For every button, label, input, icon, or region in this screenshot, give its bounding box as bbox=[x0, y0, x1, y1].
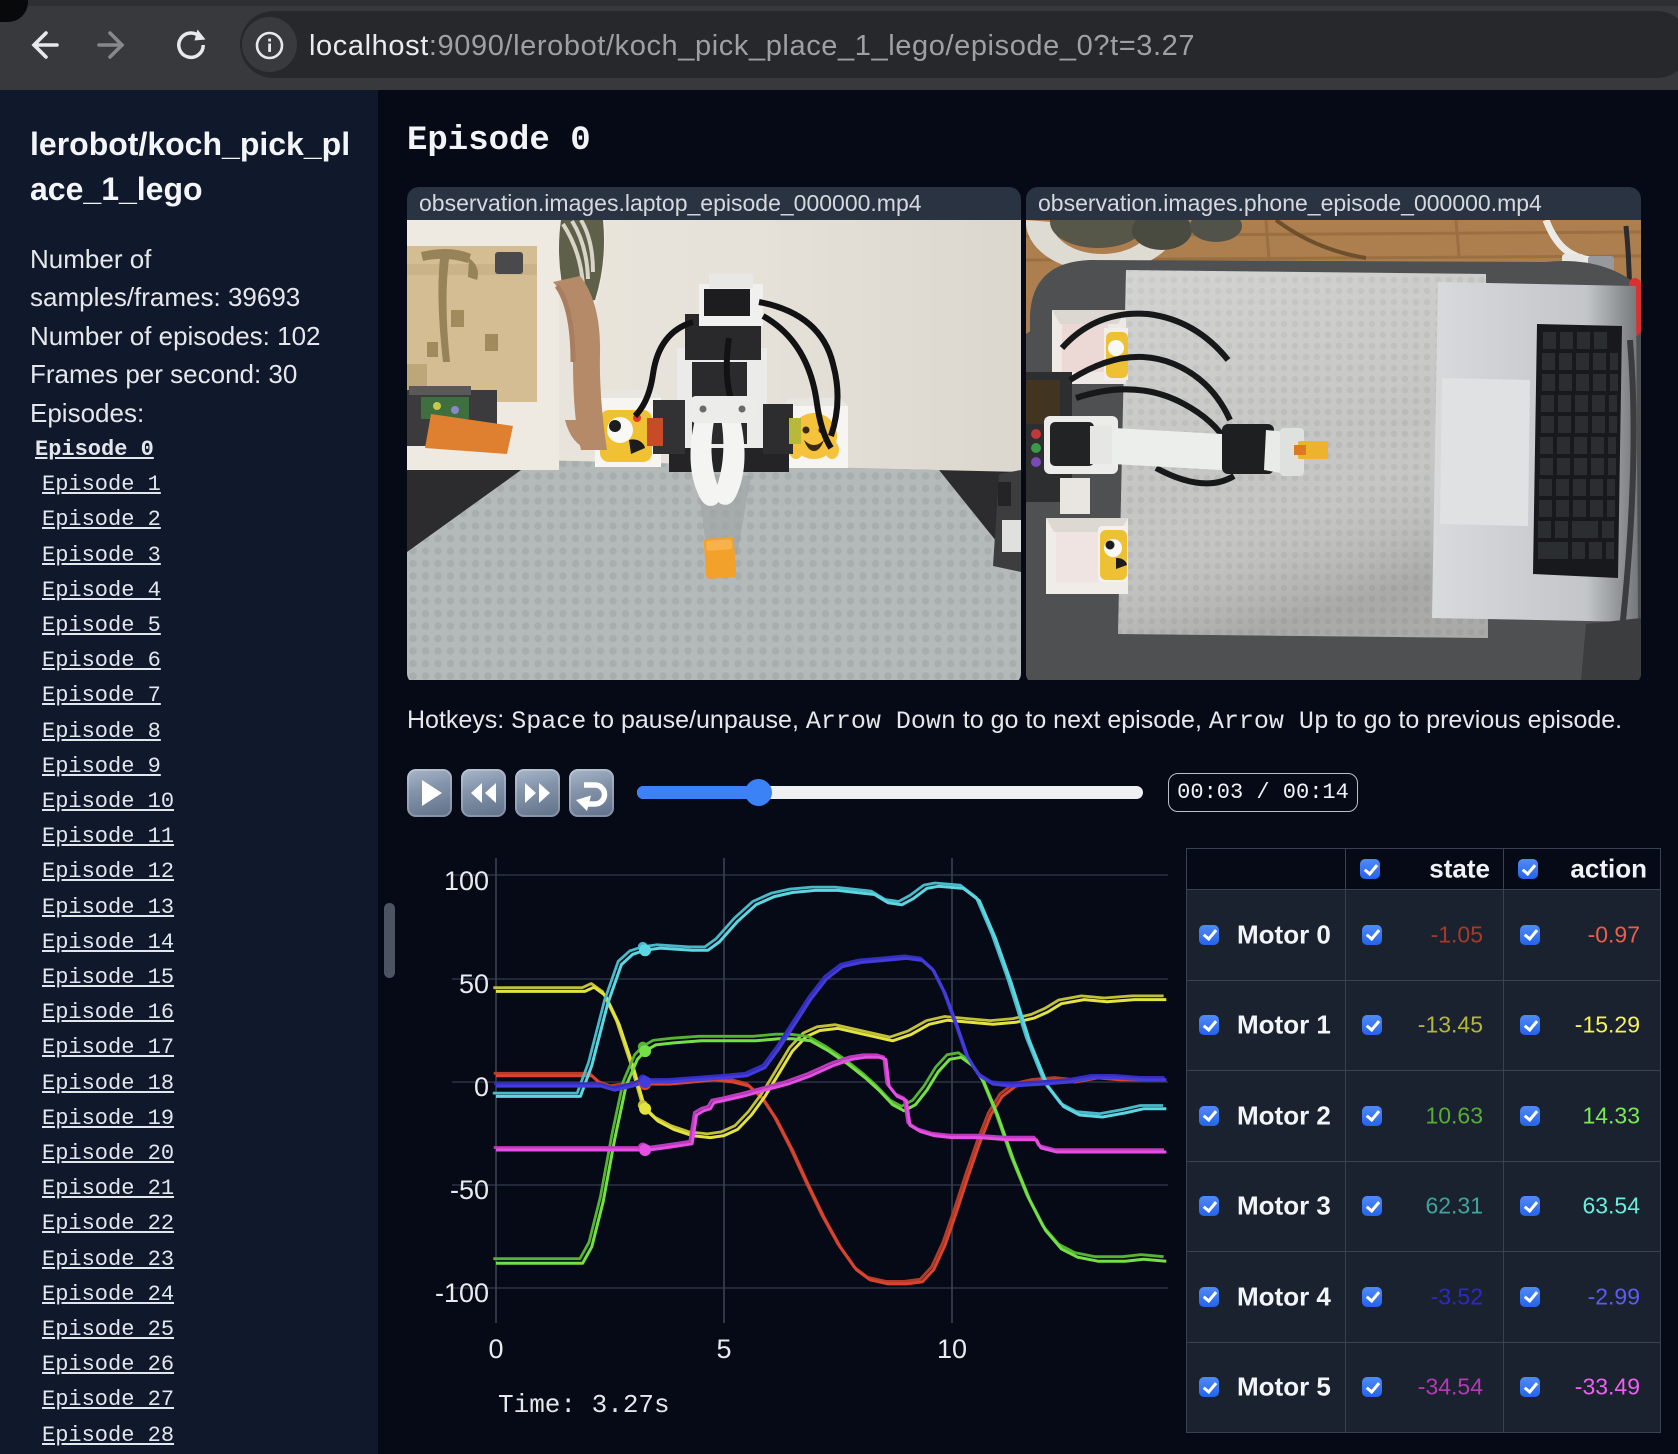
svg-text:0: 0 bbox=[488, 1334, 503, 1364]
svg-text:100: 100 bbox=[444, 866, 489, 896]
svg-text:5: 5 bbox=[716, 1334, 731, 1364]
svg-text:-50: -50 bbox=[450, 1175, 489, 1205]
svg-text:0: 0 bbox=[474, 1072, 489, 1102]
svg-text:Time: 3.27s: Time: 3.27s bbox=[498, 1390, 670, 1420]
svg-text:10: 10 bbox=[937, 1334, 967, 1364]
svg-text:50: 50 bbox=[459, 969, 489, 999]
svg-text:-100: -100 bbox=[435, 1278, 489, 1308]
